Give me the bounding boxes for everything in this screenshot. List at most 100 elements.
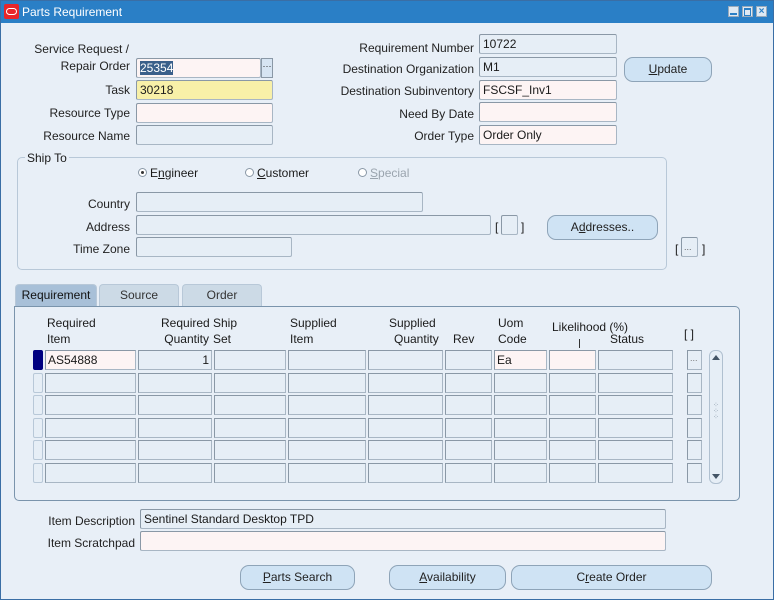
radio-engineer[interactable]: Engineer <box>138 166 198 180</box>
address-flex-field[interactable] <box>501 215 518 235</box>
create-order-button[interactable]: Create Order <box>511 565 712 590</box>
destination-organization-field[interactable]: M1 <box>479 57 617 77</box>
tab-requirement[interactable]: Requirement <box>15 284 97 307</box>
cell-supplied-item[interactable] <box>288 417 366 438</box>
cell-status[interactable] <box>598 395 673 415</box>
radio-customer[interactable]: Customer <box>245 166 309 180</box>
cell-uom[interactable] <box>494 372 547 393</box>
cell-required-qty[interactable] <box>138 417 212 438</box>
scroll-up-icon[interactable] <box>712 355 720 360</box>
cell-rev[interactable] <box>445 350 492 370</box>
cell-likelihood[interactable] <box>549 350 596 370</box>
cell-ship-set[interactable] <box>214 395 286 415</box>
need-by-date-field[interactable] <box>479 102 617 122</box>
close-icon[interactable]: × <box>756 6 767 17</box>
cell-uom[interactable] <box>494 395 547 415</box>
row-flex-field[interactable] <box>687 417 702 438</box>
cell-required-qty[interactable] <box>138 440 212 460</box>
header-flex-field[interactable]: ... <box>681 237 698 257</box>
cell-required-item[interactable] <box>45 372 136 393</box>
cell-status[interactable] <box>598 417 673 438</box>
availability-button[interactable]: Availability <box>389 565 506 590</box>
resource-name-field[interactable] <box>136 125 273 145</box>
tab-source[interactable]: Source <box>99 284 179 306</box>
cell-ship-set[interactable] <box>214 462 286 483</box>
cell-likelihood[interactable] <box>549 462 596 483</box>
cell-required-item[interactable]: AS54888 <box>45 350 136 370</box>
cell-required-qty[interactable] <box>138 372 212 393</box>
cell-likelihood[interactable] <box>549 417 596 438</box>
cell-supplied-item[interactable] <box>288 462 366 483</box>
cell-ship-set[interactable] <box>214 417 286 438</box>
cell-rev[interactable] <box>445 440 492 460</box>
order-type-field[interactable]: Order Only <box>479 125 617 145</box>
destination-subinventory-field[interactable]: FSCSF_Inv1 <box>479 80 617 100</box>
repair-order-lov-button[interactable]: ··· <box>261 58 273 78</box>
cell-ship-set[interactable] <box>214 440 286 460</box>
cell-supplied-qty[interactable] <box>368 417 443 438</box>
cell-required-item[interactable] <box>45 417 136 438</box>
country-field[interactable] <box>136 192 423 212</box>
cell-rev[interactable] <box>445 395 492 415</box>
row-indicator[interactable] <box>33 372 43 393</box>
resource-type-field[interactable] <box>136 103 273 123</box>
cell-required-qty[interactable] <box>138 395 212 415</box>
repair-order-field[interactable]: 25354 <box>136 58 261 78</box>
update-button[interactable]: Update <box>624 57 712 82</box>
cell-status[interactable] <box>598 350 673 370</box>
cell-uom[interactable]: Ea <box>494 350 547 370</box>
cell-supplied-item[interactable] <box>288 350 366 370</box>
table-scrollbar[interactable]: ⁘ ⁘ ⁘ <box>709 350 723 484</box>
task-field[interactable]: 30218 <box>136 80 273 100</box>
cell-required-item[interactable] <box>45 440 136 460</box>
row-indicator[interactable] <box>33 350 43 370</box>
cell-uom[interactable] <box>494 417 547 438</box>
cell-ship-set[interactable] <box>214 350 286 370</box>
row-flex-field[interactable] <box>687 462 702 483</box>
cell-supplied-qty[interactable] <box>368 440 443 460</box>
row-flex-field[interactable]: ... <box>687 350 702 370</box>
tab-order[interactable]: Order <box>182 284 262 306</box>
cell-supplied-item[interactable] <box>288 395 366 415</box>
cell-status[interactable] <box>598 440 673 460</box>
cell-rev[interactable] <box>445 417 492 438</box>
cell-required-item[interactable] <box>45 462 136 483</box>
cell-uom[interactable] <box>494 462 547 483</box>
cell-required-qty[interactable] <box>138 462 212 483</box>
row-indicator[interactable] <box>33 417 43 438</box>
cell-required-qty[interactable]: 1 <box>138 350 212 370</box>
title-bar[interactable]: Parts Requirement × <box>1 1 773 23</box>
cell-ship-set[interactable] <box>214 372 286 393</box>
maximize-icon[interactable] <box>742 6 753 17</box>
minimize-icon[interactable] <box>728 6 739 17</box>
row-flex-field[interactable] <box>687 395 702 415</box>
row-indicator[interactable] <box>33 440 43 460</box>
cell-supplied-qty[interactable] <box>368 350 443 370</box>
cell-status[interactable] <box>598 372 673 393</box>
repair-order-value: 25354 <box>140 61 174 75</box>
item-scratchpad-field[interactable] <box>140 531 666 551</box>
row-indicator[interactable] <box>33 462 43 483</box>
row-flex-field[interactable] <box>687 440 702 460</box>
scroll-down-icon[interactable] <box>712 474 720 479</box>
cell-required-item[interactable] <box>45 395 136 415</box>
cell-rev[interactable] <box>445 372 492 393</box>
cell-likelihood[interactable] <box>549 395 596 415</box>
time-zone-field[interactable] <box>136 237 292 257</box>
cell-supplied-qty[interactable] <box>368 372 443 393</box>
cell-likelihood[interactable] <box>549 440 596 460</box>
cell-rev[interactable] <box>445 462 492 483</box>
scroll-grip-icon[interactable]: ⁘ ⁘ ⁘ <box>713 402 719 423</box>
row-indicator[interactable] <box>33 395 43 415</box>
parts-search-button[interactable]: Parts Search <box>240 565 355 590</box>
cell-supplied-item[interactable] <box>288 372 366 393</box>
cell-supplied-qty[interactable] <box>368 462 443 483</box>
addresses-button[interactable]: Addresses.. <box>547 215 658 240</box>
cell-likelihood[interactable] <box>549 372 596 393</box>
cell-supplied-item[interactable] <box>288 440 366 460</box>
row-flex-field[interactable] <box>687 372 702 393</box>
cell-supplied-qty[interactable] <box>368 395 443 415</box>
cell-status[interactable] <box>598 462 673 483</box>
cell-uom[interactable] <box>494 440 547 460</box>
address-field[interactable] <box>136 215 491 235</box>
